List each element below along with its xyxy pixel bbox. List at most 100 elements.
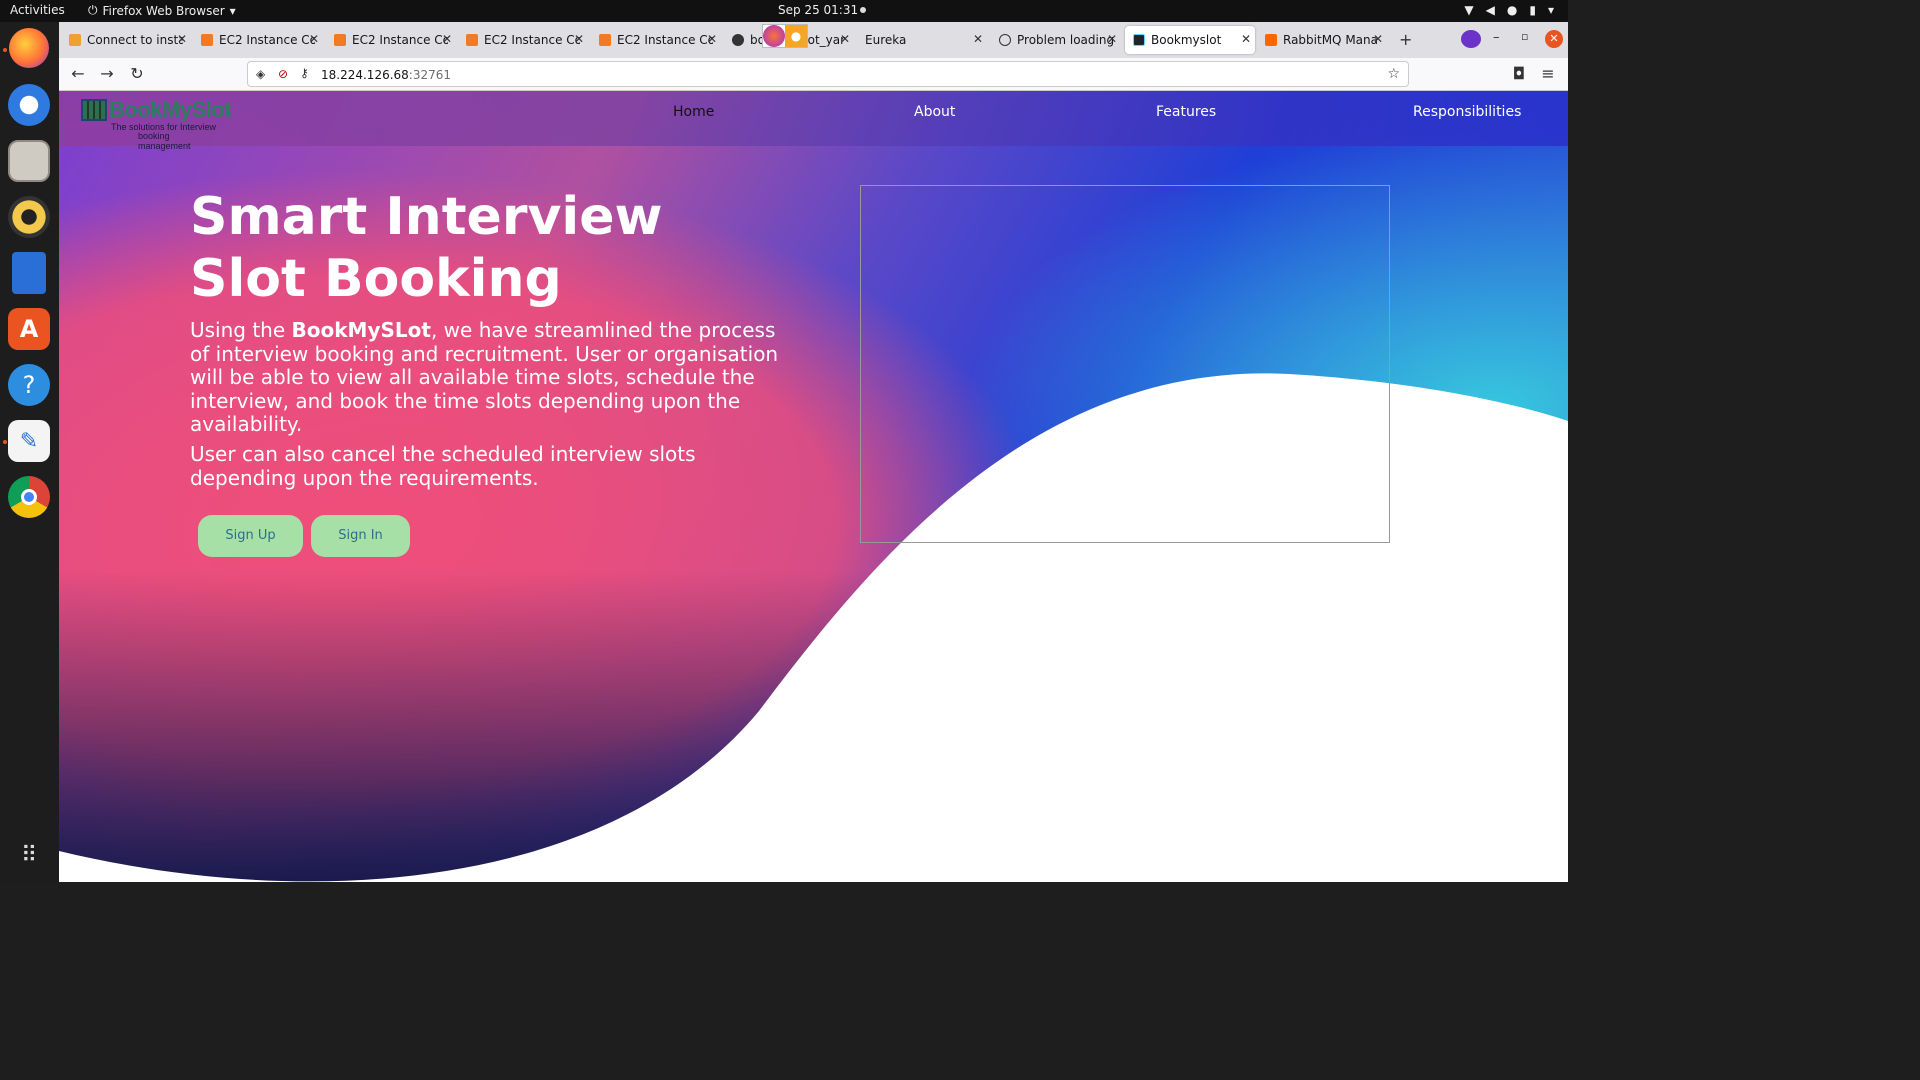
close-icon[interactable]: ✕ xyxy=(1107,32,1117,46)
firefox-small-icon: ⏻ xyxy=(88,3,98,17)
hamburger-menu-icon[interactable]: ≡ xyxy=(1538,64,1558,84)
bookmark-star-icon[interactable]: ☆ xyxy=(1387,66,1400,82)
text-editor-icon[interactable]: ✎ xyxy=(8,420,50,462)
tab-title: EC2 Instance Co xyxy=(484,33,580,47)
url-host: 18.224.126.68 xyxy=(321,68,409,82)
system-tray[interactable]: ▼ ◀ ● ▮ ▾ xyxy=(1464,3,1554,17)
microphone-icon: ● xyxy=(1506,3,1518,17)
tab-title: Problem loading xyxy=(1017,33,1113,47)
tab-title: EC2 Instance Co xyxy=(352,33,448,47)
tab-title: EC2 Instance Co xyxy=(617,33,713,47)
dock: A ? ✎ ⠿ xyxy=(0,22,59,882)
close-icon[interactable]: ✕ xyxy=(1373,32,1383,46)
tab[interactable]: EC2 Instance Co ✕ xyxy=(326,26,456,54)
tab[interactable]: EC2 Instance Co ✕ xyxy=(193,26,323,54)
app-menu-label: Firefox Web Browser xyxy=(102,3,225,18)
react-icon xyxy=(1133,34,1145,46)
new-tab-icon[interactable]: + xyxy=(1399,30,1412,49)
microphone-icon: ● xyxy=(785,25,807,47)
nav-about[interactable]: About xyxy=(914,104,955,120)
close-icon[interactable]: ✕ xyxy=(442,32,452,46)
pocket-icon[interactable]: ◘ xyxy=(1509,64,1529,84)
app-menu[interactable]: ⏻ Firefox Web Browser ▾ xyxy=(88,3,236,18)
site-navbar: BookMySlot The solutions for Interview b… xyxy=(59,91,1568,151)
running-indicator xyxy=(3,48,7,52)
close-icon[interactable]: ✕ xyxy=(707,32,717,46)
close-window-icon[interactable]: ✕ xyxy=(1545,30,1563,48)
sign-up-button[interactable]: Sign Up xyxy=(198,515,303,557)
private-browsing-icon xyxy=(1461,30,1481,48)
close-icon[interactable]: ✕ xyxy=(840,32,850,46)
aws-icon xyxy=(69,34,81,46)
hero-description-2: User can also cancel the scheduled inter… xyxy=(190,442,696,490)
info-icon xyxy=(999,34,1011,46)
system-top-bar: Activities ⏻ Firefox Web Browser ▾ Sep 2… xyxy=(0,0,1568,22)
forward-icon[interactable]: → xyxy=(97,64,117,84)
volume-icon: ◀ xyxy=(1485,3,1495,17)
tab[interactable]: RabbitMQ Mana ✕ xyxy=(1257,26,1387,54)
tab-title: Connect to insta xyxy=(87,33,183,47)
tab-title: RabbitMQ Mana xyxy=(1283,33,1378,47)
logo-name: BookMySlot xyxy=(109,97,232,122)
url-text: 18.224.126.68:32761 xyxy=(321,68,451,82)
ec2-icon xyxy=(201,34,213,46)
writer-icon[interactable] xyxy=(12,252,46,294)
rabbitmq-icon xyxy=(1265,34,1277,46)
github-icon xyxy=(732,34,744,46)
reload-icon[interactable]: ↻ xyxy=(127,64,147,84)
firefox-icon[interactable] xyxy=(9,28,49,68)
tab[interactable]: EC2 Instance Co ✕ xyxy=(458,26,588,54)
software-icon[interactable]: A xyxy=(8,308,50,350)
chrome-center xyxy=(21,489,37,505)
running-indicator xyxy=(3,440,7,444)
navigation-toolbar: ← → ↻ ◈ ⊘ ⚷ 18.224.126.68:32761 ☆ ◘ ≡ xyxy=(59,58,1568,91)
close-icon[interactable]: ✕ xyxy=(177,32,187,46)
tab[interactable]: Problem loading ✕ xyxy=(991,26,1121,54)
restore-icon[interactable]: ▫ xyxy=(1521,30,1528,43)
tab[interactable]: Connect to insta ✕ xyxy=(61,26,191,54)
nav-responsibilities[interactable]: Responsibilities xyxy=(1413,104,1521,120)
insecure-lock-icon[interactable]: ⊘ xyxy=(278,67,288,81)
rhythmbox-icon[interactable] xyxy=(8,196,50,238)
chevron-down-icon: ▾ xyxy=(229,3,236,18)
tab-title: Bookmyslot xyxy=(1151,33,1222,47)
tab-active[interactable]: Bookmyslot ✕ xyxy=(1125,26,1255,54)
wifi-icon: ▼ xyxy=(1464,3,1474,17)
nav-features[interactable]: Features xyxy=(1156,104,1216,120)
ec2-icon xyxy=(599,34,611,46)
back-icon[interactable]: ← xyxy=(68,64,88,84)
site-logo[interactable]: BookMySlot The solutions for Interview b… xyxy=(81,97,232,151)
key-icon[interactable]: ⚷ xyxy=(300,66,309,80)
close-icon[interactable]: ✕ xyxy=(574,32,584,46)
close-icon[interactable]: ✕ xyxy=(1241,32,1251,46)
clock[interactable]: Sep 25 01:31 xyxy=(778,3,858,17)
help-icon[interactable]: ? xyxy=(8,364,50,406)
firefox-small-icon xyxy=(763,25,785,47)
battery-icon: ▮ xyxy=(1529,3,1536,17)
hero-description: Using the BookMySLot, we have streamline… xyxy=(190,318,790,437)
calendar-icon xyxy=(81,99,107,121)
activities-button[interactable]: Activities xyxy=(10,3,65,17)
tab-title: Eureka xyxy=(865,33,907,47)
address-bar[interactable]: ◈ ⊘ ⚷ 18.224.126.68:32761 ☆ xyxy=(247,61,1409,87)
tab-title: EC2 Instance Co xyxy=(219,33,315,47)
tab[interactable]: Eureka ✕ xyxy=(857,26,987,54)
hero-media-frame xyxy=(860,185,1390,543)
logo-tagline: booking management xyxy=(138,131,191,151)
description-text: Using the xyxy=(190,318,292,342)
ec2-icon xyxy=(466,34,478,46)
close-icon[interactable]: ✕ xyxy=(309,32,319,46)
shield-icon[interactable]: ◈ xyxy=(256,67,265,81)
chrome-icon[interactable] xyxy=(8,476,50,518)
tab[interactable]: EC2 Instance Co ✕ xyxy=(591,26,721,54)
sign-in-button[interactable]: Sign In xyxy=(311,515,410,557)
show-apps-icon[interactable]: ⠿ xyxy=(8,834,50,876)
tab-strip: Connect to insta ✕ EC2 Instance Co ✕ EC2… xyxy=(59,22,1568,58)
thunderbird-icon[interactable] xyxy=(8,84,50,126)
files-icon[interactable] xyxy=(8,140,50,182)
close-icon[interactable]: ✕ xyxy=(973,32,983,46)
sharing-indicator[interactable]: ● xyxy=(762,24,808,48)
minimize-icon[interactable]: – xyxy=(1493,30,1500,45)
brand-name: BookMySLot xyxy=(291,318,431,342)
nav-home[interactable]: Home xyxy=(673,104,714,120)
